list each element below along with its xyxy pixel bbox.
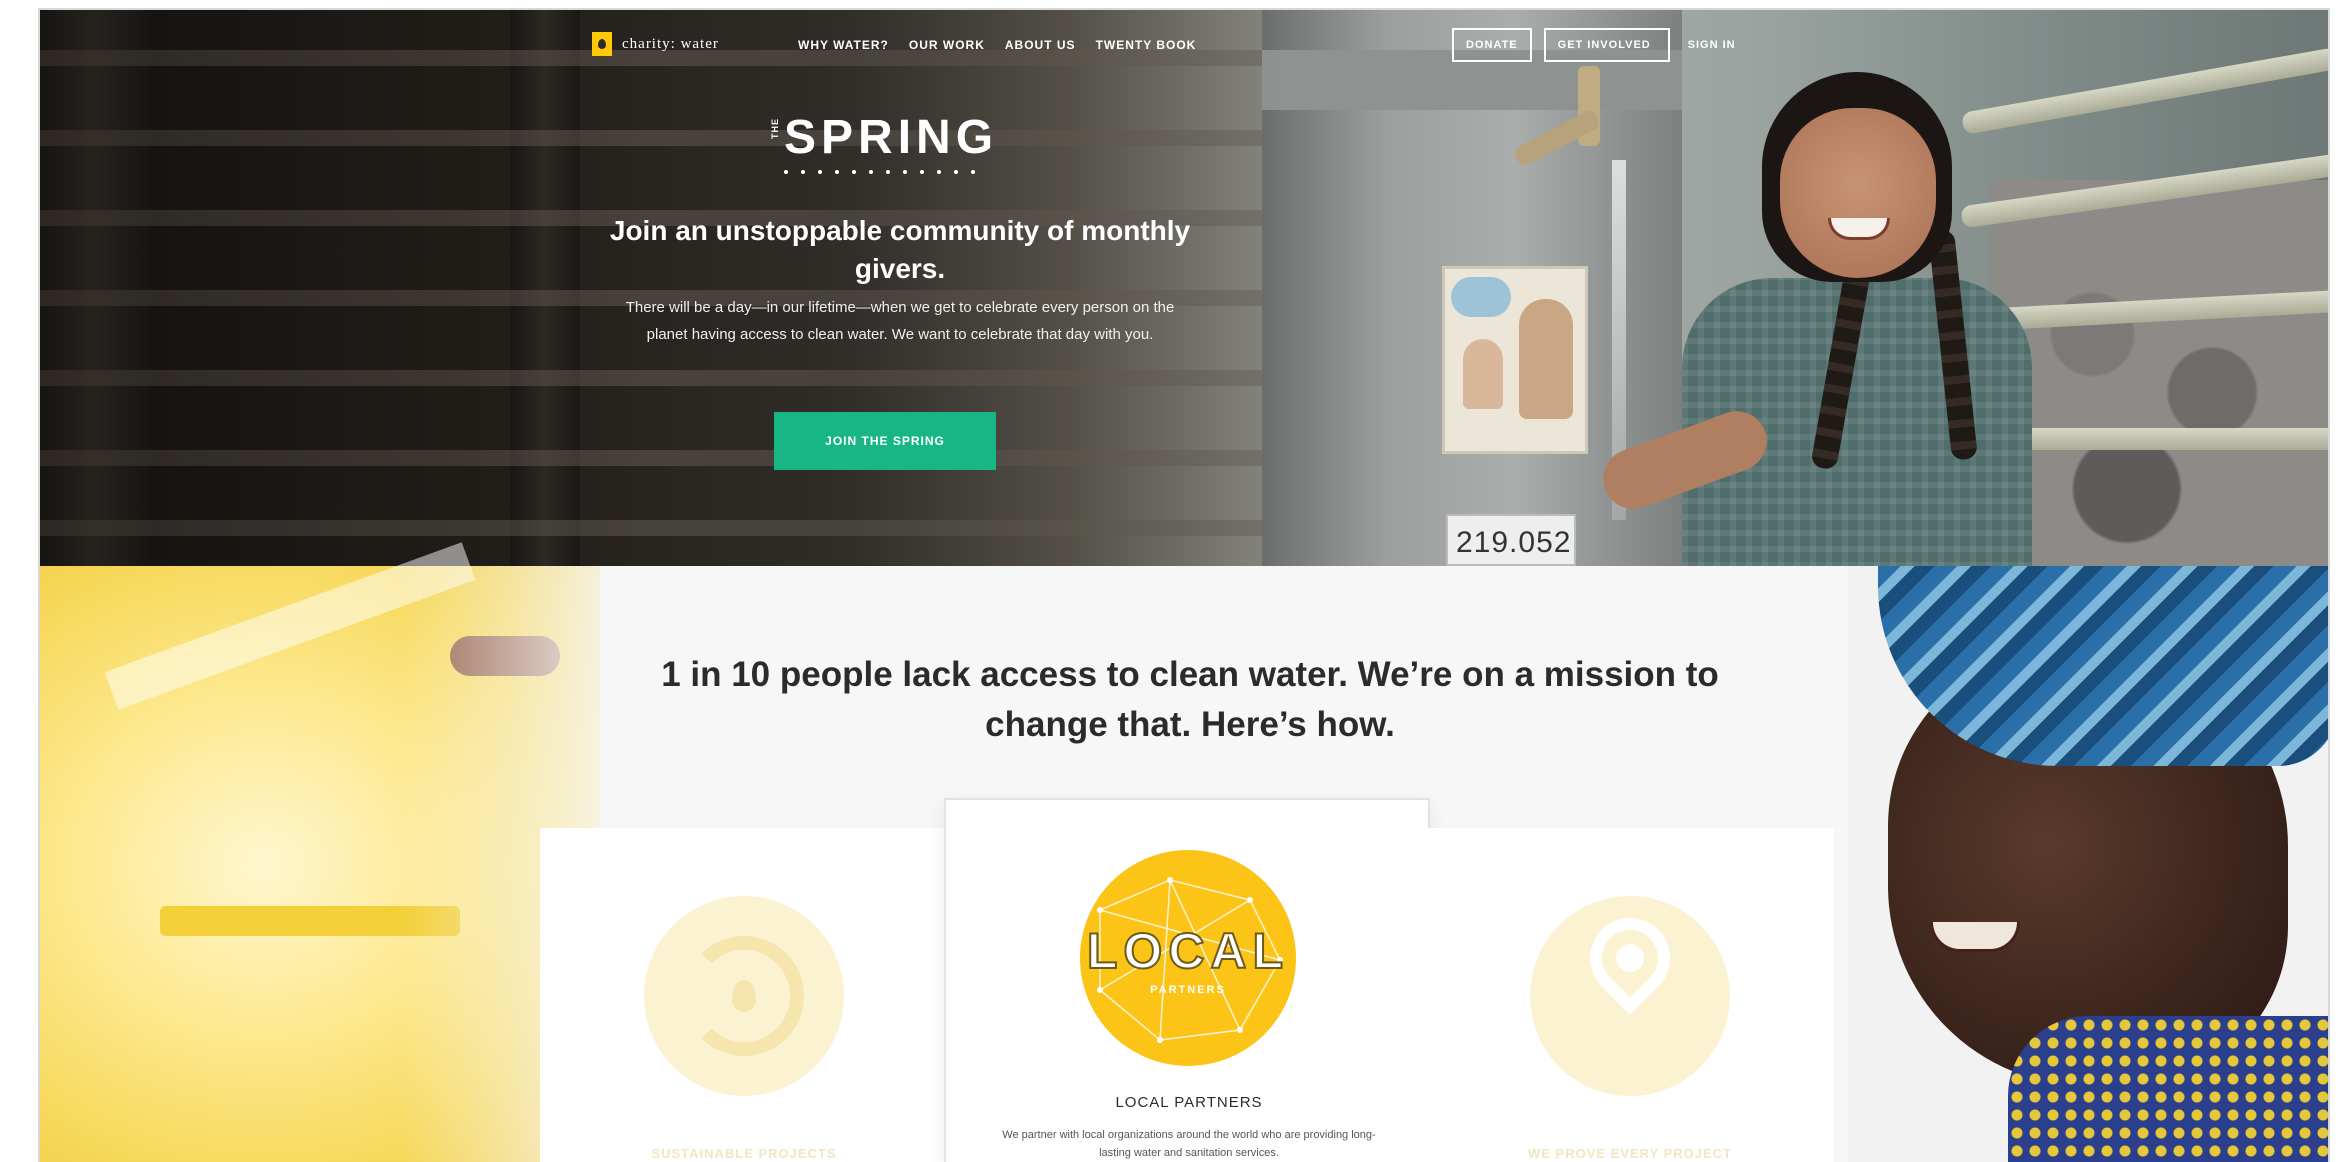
badge-word: LOCAL: [1086, 922, 1290, 980]
logo-text: charity: water: [622, 35, 719, 52]
hero-hygiene-tile: [1442, 266, 1588, 454]
hero-number-plate: 219.052: [1446, 514, 1576, 566]
browser-frame: 219.052 charity: water WHY WATER? OUR WO…: [38, 8, 2330, 1162]
nav-link-about-us[interactable]: ABOUT US: [1005, 38, 1076, 52]
the-spring-logo: THE SPRING: [762, 110, 1062, 180]
nav-link-our-work[interactable]: OUR WORK: [909, 38, 985, 52]
card-we-prove-every-project[interactable]: WE PROVE EVERY PROJECT: [1426, 828, 1834, 1162]
card-title: LOCAL PARTNERS: [1115, 1094, 1263, 1111]
card-label: SUSTAINABLE PROJECTS: [651, 1146, 837, 1161]
card-label: WE PROVE EVERY PROJECT: [1527, 1146, 1733, 1161]
card-sustainable-projects[interactable]: SUSTAINABLE PROJECTS: [540, 828, 948, 1162]
hero-body: There will be a day—in our lifetime—when…: [625, 299, 1175, 343]
nav-actions: DONATE GET INVOLVED SIGN IN: [1452, 28, 1736, 62]
nav-links: WHY WATER? OUR WORK ABOUT US TWENTY BOOK: [798, 38, 1196, 52]
hero-section: 219.052 charity: water WHY WATER? OUR WO…: [40, 10, 2328, 566]
nav-link-twenty-book[interactable]: TWENTY BOOK: [1096, 38, 1197, 52]
hero-girl-face: [1780, 108, 1936, 278]
mission-section: 1 in 10 people lack access to clean wate…: [40, 542, 2328, 1162]
smiling-woman-image: [1848, 566, 2328, 1162]
tile-sky: [1451, 277, 1511, 317]
hero-title: Join an unstoppable community of monthly…: [609, 215, 1191, 284]
tile-figure: [1463, 339, 1503, 409]
local-partners-badge: LOCAL PARTNERS: [1080, 850, 1296, 1066]
water-drop-icon: [732, 980, 756, 1012]
recycle-icon: [644, 896, 844, 1096]
woman-dress: [2008, 1016, 2328, 1162]
yellow-jerrycan-image: [40, 542, 600, 1162]
join-the-spring-button[interactable]: JOIN THE SPRING: [774, 412, 996, 470]
hero-rock-wall: [1990, 180, 2328, 566]
mission-headline: 1 in 10 people lack access to clean wate…: [661, 655, 1719, 744]
top-nav: charity: water WHY WATER? OUR WORK ABOUT…: [40, 10, 2328, 80]
spring-dot-rule: [784, 170, 975, 174]
card-body: We partner with local organizations arou…: [1002, 1129, 1376, 1159]
jerrycan-logo-icon: [592, 32, 612, 56]
donate-button[interactable]: DONATE: [1452, 28, 1532, 62]
spring-word: SPRING: [784, 111, 999, 164]
hero-bamboo: [2000, 428, 2328, 450]
map-pin-icon: [1530, 896, 1730, 1096]
pin-dot: [1616, 944, 1644, 972]
nav-link-why-water[interactable]: WHY WATER?: [798, 38, 889, 52]
charity-water-logo[interactable]: charity: water: [592, 32, 719, 56]
tile-figure: [1519, 299, 1573, 419]
sign-in-link[interactable]: SIGN IN: [1688, 39, 1736, 51]
card-local-partners[interactable]: LOCAL PARTNERS LOCAL PARTNERS We partner…: [944, 798, 1430, 1162]
plate-number: 219.052: [1456, 526, 1572, 559]
badge-subword: PARTNERS: [1150, 984, 1226, 996]
spring-prefix: THE: [770, 118, 780, 139]
get-involved-button[interactable]: GET INVOLVED: [1543, 28, 1670, 62]
hero-overlay: [40, 10, 1290, 566]
